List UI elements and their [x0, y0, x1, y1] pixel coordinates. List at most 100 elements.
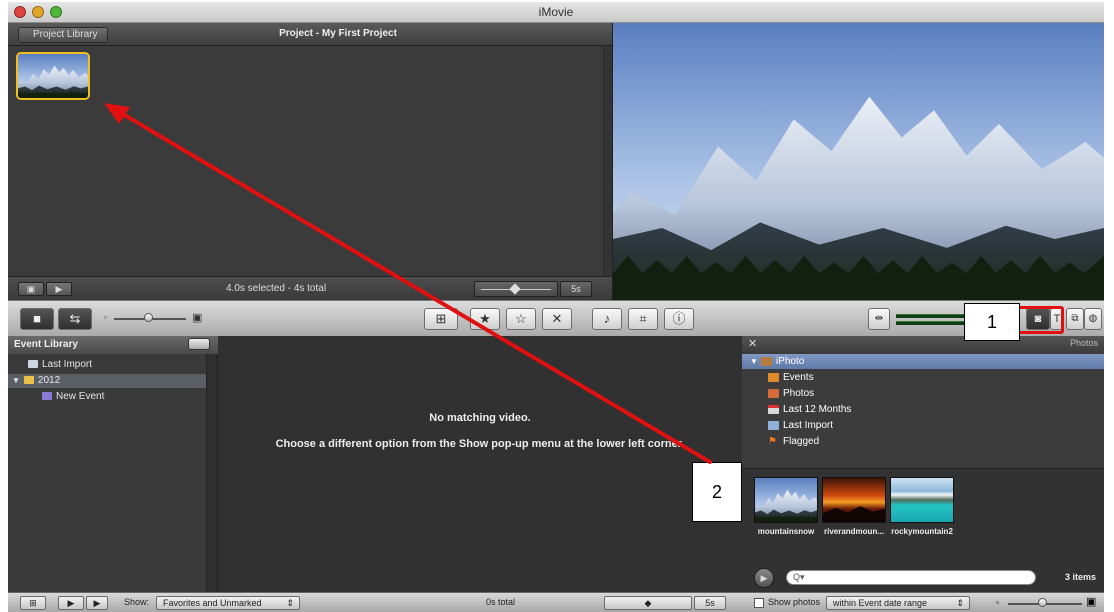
swap-events-projects-button[interactable]: ⇆	[58, 308, 92, 330]
project-library-button[interactable]: Project Library	[18, 27, 109, 43]
globe-icon: ◍	[1088, 313, 1098, 324]
project-title: Project - My First Project	[279, 28, 397, 39]
voiceover-button[interactable]: ♪	[592, 308, 622, 330]
event-fullscreen-button[interactable]: ⊞	[20, 596, 46, 610]
show-filter-value: Favorites and Unmarked	[163, 598, 262, 608]
photo-search-input[interactable]: Q▾	[786, 570, 1036, 585]
source-last-12-months[interactable]: Last 12 Months	[742, 402, 1104, 417]
project-duration-status: 4.0s selected - 4s total	[226, 283, 327, 294]
star-icon	[42, 392, 52, 401]
audio-waveform-icon: ⇹	[874, 313, 884, 324]
audio-level-meter	[896, 314, 966, 318]
events-icon	[768, 372, 779, 382]
source-label: Last 12 Months	[783, 404, 852, 415]
project-header: Project Library Project - My First Proje…	[8, 23, 612, 46]
mountain-image	[18, 54, 88, 98]
transitions-browser-button[interactable]: ⧉	[1066, 308, 1084, 330]
source-last-import[interactable]: Last Import	[742, 418, 1104, 433]
preview-viewer	[612, 23, 1104, 300]
event-play-fullscreen-button[interactable]: ▶	[58, 596, 84, 610]
film-icon	[28, 360, 38, 369]
photos-panel-header: ✕ Photos	[742, 336, 1104, 353]
photo-caption: mountainsnow	[757, 527, 815, 536]
calendar-icon	[23, 376, 34, 385]
photo-thumbnail-mountainsnow[interactable]	[754, 477, 818, 523]
event-library-list: Last Import ▼ 2012 New Event	[8, 354, 218, 592]
photo-caption: riverandmoun...	[823, 527, 884, 536]
source-label: Events	[783, 372, 814, 383]
audio-skimming-button[interactable]: ⇹	[868, 308, 890, 330]
project-clip-thumbnail[interactable]	[16, 52, 90, 100]
add-clip-icon: ⊞	[435, 311, 447, 326]
date-range-popup[interactable]: within Event date range ⇕	[826, 596, 970, 610]
event-browser: No matching video. Choose a different op…	[218, 336, 742, 592]
star-filled-icon: ★	[479, 311, 491, 326]
mountain-image	[755, 478, 817, 522]
event-zoom-value: 5s	[694, 596, 726, 610]
lake-image	[891, 478, 953, 522]
zoom-slider-knob-icon: ◆	[644, 598, 652, 608]
main-toolbar: ■ ⇆ ▫ ▣ ⊞ ★ ☆ ✕ ♪ ⌗ ⓘ ⇹ ◙ T ⧉ ◍	[8, 300, 1104, 338]
show-photos-checkbox[interactable]	[754, 598, 764, 608]
play-fullscreen-button[interactable]: ▣	[18, 282, 44, 296]
camera-import-button[interactable]: ■	[20, 308, 54, 330]
source-events[interactable]: Events	[742, 370, 1104, 385]
photos-panel-footer: ▶ Q▾ 3 items	[742, 562, 1104, 592]
close-photos-panel-button[interactable]: ✕	[748, 337, 757, 350]
audio-level-meter-2	[896, 321, 966, 325]
play-button[interactable]: ▶	[46, 282, 72, 296]
project-status-bar: ▣ ▶ 4.0s selected - 4s total 5s	[8, 276, 612, 301]
large-photo-size-icon: ▣	[1086, 596, 1097, 608]
event-library-title: Event Library	[14, 339, 78, 350]
event-play-button[interactable]: ▶	[86, 596, 108, 610]
thumbnail-size-knob[interactable]	[144, 313, 153, 322]
title-bar: iMovie	[8, 2, 1104, 23]
photos-icon	[768, 388, 779, 398]
crop-icon: ⌗	[639, 311, 647, 326]
crop-button[interactable]: ⌗	[628, 308, 658, 330]
iphoto-icon	[760, 356, 772, 366]
small-thumbnail-icon: ▫	[104, 313, 107, 322]
date-range-value: within Event date range	[833, 598, 928, 608]
project-zoom-slider[interactable]	[474, 281, 558, 297]
show-photos-label: Show photos	[768, 597, 821, 607]
photo-thumbnail-riverandmountain[interactable]	[822, 477, 886, 523]
source-photos[interactable]: Photos	[742, 386, 1104, 401]
reject-x-icon: ✕	[551, 311, 563, 326]
play-slideshow-button[interactable]: ▶	[754, 568, 774, 588]
project-scrollbar[interactable]	[603, 46, 612, 276]
reject-button[interactable]: ✕	[542, 308, 572, 330]
mark-favorite-button[interactable]: ★	[470, 308, 500, 330]
source-label: iPhoto	[775, 356, 805, 367]
annotation-highlight-box	[1014, 306, 1064, 334]
photo-thumbnail-rockymountain2[interactable]	[890, 477, 954, 523]
maps-browser-button[interactable]: ◍	[1084, 308, 1102, 330]
show-label: Show:	[124, 597, 150, 607]
source-label: Photos	[783, 388, 815, 399]
star-outline-icon: ☆	[515, 311, 527, 326]
mountain-preview-image	[613, 23, 1104, 300]
event-library-scrollbar[interactable]	[206, 354, 217, 592]
project-storyboard[interactable]	[8, 46, 612, 276]
event-item-last-import[interactable]: Last Import	[8, 358, 226, 372]
source-iphoto[interactable]: ▼ iPhoto	[742, 354, 1104, 369]
event-item-2012[interactable]: ▼ 2012	[8, 374, 210, 388]
show-filter-popup[interactable]: Favorites and Unmarked ⇕	[156, 596, 300, 610]
eject-drive-button[interactable]	[188, 338, 210, 350]
add-to-project-button[interactable]: ⊞	[424, 308, 458, 330]
event-item-label: 2012	[37, 375, 61, 386]
unmark-button[interactable]: ☆	[506, 308, 536, 330]
no-match-hint: Choose a different option from the Show …	[275, 438, 685, 450]
inspector-button[interactable]: ⓘ	[664, 308, 694, 330]
event-zoom-slider[interactable]: ◆	[604, 596, 692, 610]
window-title: iMovie	[538, 5, 574, 19]
event-total-duration: 0s total	[486, 597, 516, 607]
video-camera-icon: ■	[33, 311, 41, 326]
bottom-bar: ⊞ ▶ ▶ Show: Favorites and Unmarked ⇕ 0s t…	[8, 592, 1104, 612]
microphone-icon: ♪	[603, 311, 611, 326]
photo-size-knob[interactable]	[1038, 598, 1047, 607]
source-flagged[interactable]: ⚑ Flagged	[742, 434, 1104, 449]
photo-caption: rockymountain2	[891, 527, 953, 536]
fullscreen-icon: ⊞	[29, 598, 37, 608]
play-icon: ▶	[93, 598, 101, 608]
